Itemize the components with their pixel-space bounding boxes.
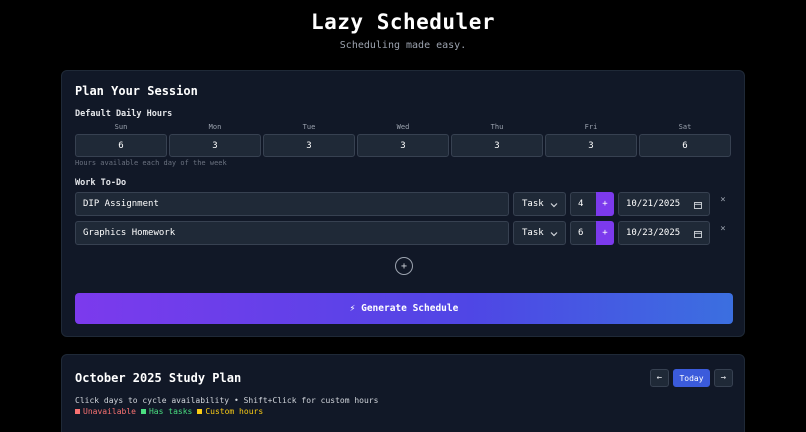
day-mon: Mon 3 — [169, 123, 261, 157]
day-hours-input[interactable]: 6 — [639, 134, 731, 157]
daily-hours-label: Default Daily Hours — [75, 109, 173, 119]
legend-swatch — [75, 409, 80, 414]
day-name: Sat — [678, 123, 692, 131]
next-month-button[interactable]: → — [714, 369, 733, 387]
generate-schedule-button[interactable]: ⚡ Generate Schedule — [75, 293, 733, 324]
add-task-button[interactable]: + — [395, 257, 413, 275]
study-plan-title: October 2025 Study Plan — [75, 371, 242, 385]
app-subtitle: Scheduling made easy. — [339, 40, 467, 51]
legend-label: Custom hours — [205, 407, 264, 416]
day-tue: Tue 3 — [263, 123, 355, 157]
task-row: DIP Assignment Task 4 + 10/21/2025 × — [75, 192, 735, 216]
todo-label: Work To-Do — [75, 178, 127, 188]
task-due-date-value: 10/23/2025 — [626, 228, 681, 238]
legend-label: Has tasks — [148, 407, 193, 416]
app-title: Lazy Scheduler — [310, 10, 495, 34]
calendar-hint: Click days to cycle availability • Shift… — [75, 396, 379, 405]
calendar-icon[interactable] — [694, 201, 702, 209]
day-hours-input[interactable]: 6 — [75, 134, 167, 157]
day-sat: Sat 6 — [639, 123, 731, 157]
chevron-down-icon — [550, 232, 558, 237]
task-hours-input[interactable]: 4 — [570, 192, 597, 216]
day-hours-input[interactable]: 3 — [545, 134, 637, 157]
calendar-legend: Unavailable Has tasks Custom hours — [75, 407, 263, 416]
remove-task-button[interactable]: × — [718, 195, 728, 205]
day-name: Fri — [584, 123, 598, 131]
task-due-date-input[interactable]: 10/21/2025 — [618, 192, 710, 216]
study-plan-card: October 2025 Study Plan ← Today → Click … — [61, 354, 745, 432]
day-hours-input[interactable]: 3 — [263, 134, 355, 157]
task-type-value: Task — [522, 228, 544, 238]
task-type-value: Task — [522, 199, 544, 209]
remove-task-button[interactable]: × — [718, 224, 728, 234]
plus-icon: + — [400, 260, 408, 272]
task-type-select[interactable]: Task — [513, 192, 566, 216]
task-due-date-value: 10/21/2025 — [626, 199, 681, 209]
calendar-icon[interactable] — [694, 230, 702, 238]
legend-swatch — [140, 409, 146, 414]
legend-item-has-tasks: Has tasks — [140, 407, 193, 416]
day-hours-input[interactable]: 3 — [357, 134, 449, 157]
task-due-date-input[interactable]: 10/23/2025 — [618, 221, 710, 245]
day-name: Tue — [302, 123, 316, 131]
day-wed: Wed 3 — [357, 123, 449, 157]
day-name: Sun — [114, 123, 128, 131]
legend-label: Unavailable — [83, 407, 136, 416]
task-name-input[interactable]: DIP Assignment — [75, 192, 509, 216]
day-name: Mon — [208, 123, 222, 131]
chevron-down-icon — [550, 203, 558, 208]
day-hours-input[interactable]: 3 — [451, 134, 543, 157]
legend-swatch — [197, 409, 203, 414]
increment-hours-button[interactable]: + — [596, 221, 614, 245]
day-sun: Sun 6 — [75, 123, 167, 157]
task-row: Graphics Homework Task 6 + 10/23/2025 × — [75, 221, 735, 245]
increment-hours-button[interactable]: + — [596, 192, 614, 216]
day-thu: Thu 3 — [451, 123, 543, 157]
day-hours-input[interactable]: 3 — [169, 134, 261, 157]
task-name-input[interactable]: Graphics Homework — [75, 221, 509, 245]
task-hours-input[interactable]: 6 — [570, 221, 597, 245]
day-name: Wed — [396, 123, 410, 131]
day-name: Thu — [490, 123, 504, 131]
daily-hours-hint: Hours available each day of the week — [75, 159, 227, 167]
day-fri: Fri 3 — [545, 123, 637, 157]
legend-item-custom-hours: Custom hours — [197, 407, 263, 416]
today-button[interactable]: Today — [673, 369, 710, 387]
legend-item-unavailable: Unavailable — [75, 407, 136, 416]
plan-session-card: Plan Your Session Default Daily Hours Su… — [61, 70, 745, 337]
previous-month-button[interactable]: ← — [650, 369, 669, 387]
task-type-select[interactable]: Task — [513, 221, 566, 245]
plan-title: Plan Your Session — [75, 84, 198, 98]
